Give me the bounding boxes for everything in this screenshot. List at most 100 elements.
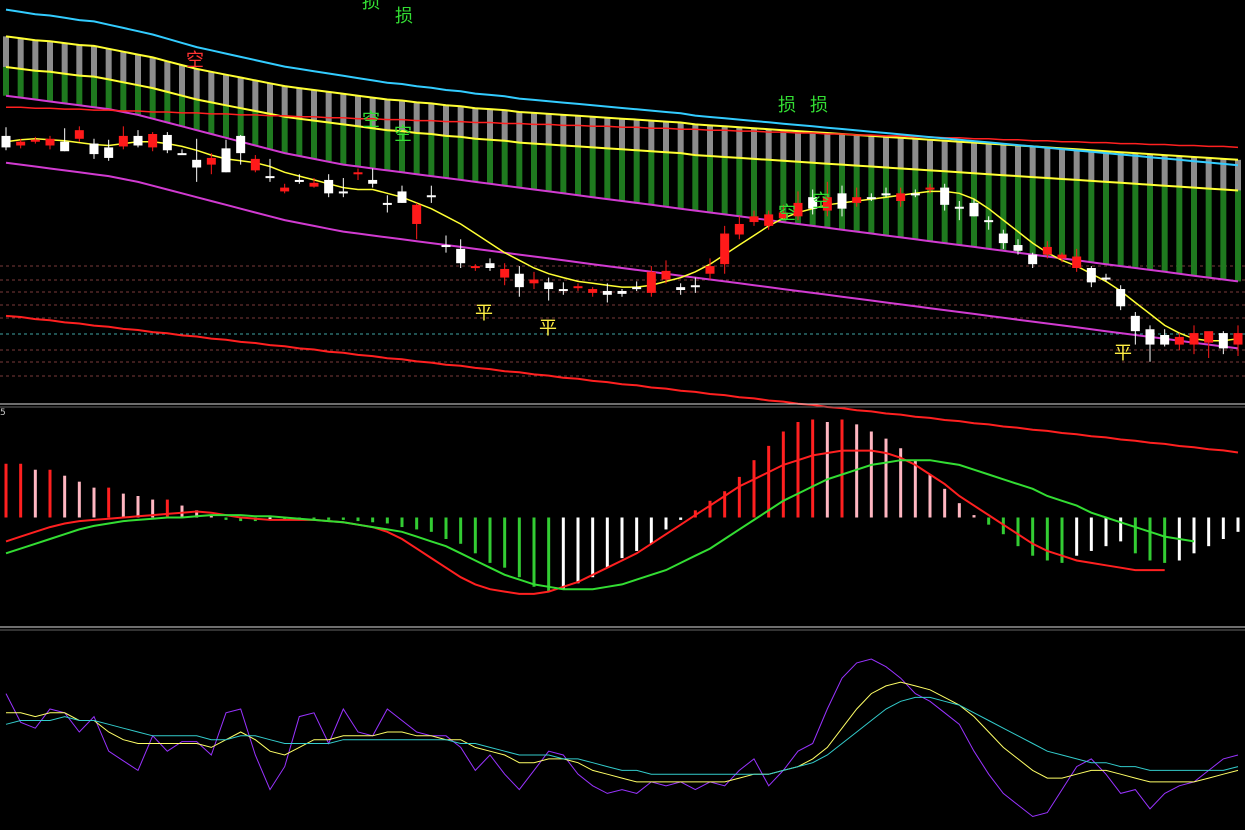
band-bar xyxy=(47,71,53,102)
candle-body xyxy=(1072,256,1082,268)
candle-body xyxy=(632,287,642,290)
band-bar xyxy=(325,122,332,162)
cloud-bar xyxy=(76,44,83,76)
cloud-bar xyxy=(32,40,39,71)
band-bar xyxy=(3,67,9,96)
candle-body xyxy=(544,282,554,290)
candle-body xyxy=(749,216,759,223)
cloud-bar xyxy=(428,103,435,134)
cloud-bar xyxy=(1073,149,1080,180)
cloud-bar xyxy=(120,51,127,83)
cloud-bar xyxy=(193,68,200,100)
candle-body xyxy=(866,197,876,200)
candle-body xyxy=(177,153,187,156)
cloud-bar xyxy=(355,95,361,127)
candle-body xyxy=(382,202,392,205)
candle-body xyxy=(1174,336,1184,345)
candle-body xyxy=(265,176,275,179)
candle-body xyxy=(250,158,260,171)
band-bar xyxy=(619,149,625,201)
candle-body xyxy=(294,179,304,182)
band-bar xyxy=(369,128,376,169)
cloud-bar xyxy=(1000,144,1007,176)
signal-loss-1: 损 xyxy=(362,0,380,13)
candle-body xyxy=(118,135,128,147)
band-bar xyxy=(1161,185,1168,272)
signal-short-3: 空 xyxy=(394,124,412,145)
band-bar xyxy=(1147,184,1153,270)
cloud-bar xyxy=(883,136,889,168)
candle-body xyxy=(646,271,656,293)
candle-body xyxy=(837,193,847,209)
band-bar xyxy=(164,91,171,123)
candle-body xyxy=(353,172,363,175)
cloud-bar xyxy=(501,110,508,141)
signal-flat-3: 平 xyxy=(1114,343,1132,364)
candle-body xyxy=(426,195,436,198)
band-bar xyxy=(61,73,68,104)
band-bar xyxy=(1220,189,1227,280)
candle-body xyxy=(324,179,334,194)
cloud-bar xyxy=(765,129,772,160)
candle-body xyxy=(881,193,891,196)
cloud-bar xyxy=(179,65,185,96)
candle-body xyxy=(1204,331,1214,343)
candle-body xyxy=(192,159,202,168)
candle-body xyxy=(60,141,70,152)
candle-body xyxy=(470,266,480,269)
band-bar xyxy=(721,156,728,215)
band-bar xyxy=(149,88,156,119)
band-bar xyxy=(296,118,303,157)
cloud-bar xyxy=(1103,151,1109,182)
candle-body xyxy=(661,270,671,280)
band-bar xyxy=(707,156,713,213)
candle-body xyxy=(280,187,290,192)
cloud-bar xyxy=(1117,152,1124,183)
candle-body xyxy=(397,191,407,203)
cloud-bar xyxy=(208,71,215,103)
cloud-bar xyxy=(149,57,156,89)
cloud-bar xyxy=(677,122,684,154)
cloud-bar xyxy=(384,99,391,131)
cloud-bar xyxy=(223,74,229,106)
band-bar xyxy=(267,113,273,150)
band-bar xyxy=(677,153,684,209)
candle-body xyxy=(485,263,495,268)
candle-body xyxy=(1013,245,1023,251)
band-bar xyxy=(208,102,215,134)
cloud-bar xyxy=(853,134,860,166)
band-bar xyxy=(751,158,757,219)
cloud-bar xyxy=(619,118,625,150)
cloud-bar xyxy=(252,80,259,112)
band-bar xyxy=(560,145,567,194)
cloud-bar xyxy=(604,117,611,149)
candle-body xyxy=(969,202,979,217)
candle-body xyxy=(984,220,994,223)
band-bar xyxy=(472,138,479,182)
cloud-bar xyxy=(47,41,53,72)
cloud-bar xyxy=(633,119,640,151)
cloud-bar xyxy=(648,120,655,152)
candle-body xyxy=(690,285,700,288)
candle-body xyxy=(573,286,583,289)
candle-body xyxy=(206,157,216,165)
band-bar xyxy=(1205,188,1212,278)
band-bar xyxy=(1235,190,1241,282)
band-bar xyxy=(384,130,391,171)
candle-body xyxy=(676,287,686,291)
candle-body xyxy=(852,197,862,203)
band-bar xyxy=(531,143,537,190)
signal-short-2: 空 xyxy=(362,110,380,131)
band-bar xyxy=(340,124,347,165)
band-bar xyxy=(120,82,127,112)
cloud-bar xyxy=(927,139,933,171)
candle-body xyxy=(16,141,26,146)
candle-body xyxy=(1086,268,1096,283)
candle-body xyxy=(236,135,246,154)
cloud-bar xyxy=(1015,145,1021,177)
cloud-bar xyxy=(91,45,97,77)
candle-body xyxy=(500,268,510,278)
band-bar xyxy=(223,105,229,138)
candle-body xyxy=(74,130,84,139)
band-bar xyxy=(912,169,919,240)
